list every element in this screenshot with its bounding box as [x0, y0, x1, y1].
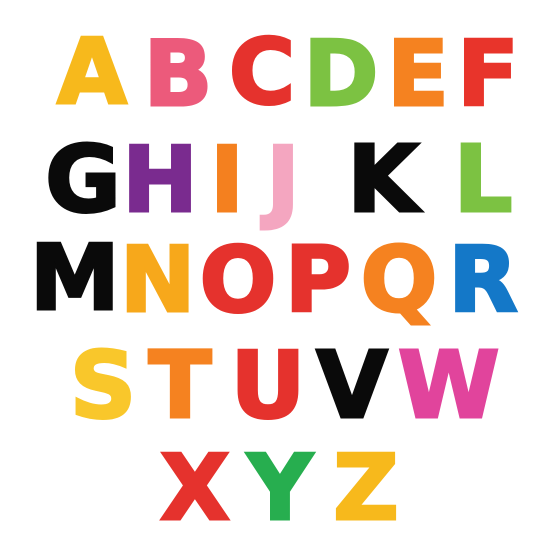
- letter-c: C: [227, 20, 296, 125]
- letter-o: O: [198, 228, 278, 333]
- letter-u: U: [229, 332, 307, 439]
- letter-s: S: [68, 332, 137, 439]
- letter-g: G: [44, 126, 123, 233]
- letter-q: Q: [359, 228, 439, 333]
- letter-j: J: [265, 128, 302, 233]
- letter-e: E: [386, 22, 450, 127]
- letter-v: V: [315, 332, 389, 439]
- letter-w: W: [397, 332, 501, 439]
- letter-y: Y: [246, 436, 314, 541]
- letter-i: I: [209, 128, 246, 233]
- letter-m: M: [29, 226, 122, 331]
- letter-a: A: [56, 20, 129, 125]
- letter-l: L: [452, 126, 514, 233]
- letter-x: X: [159, 436, 231, 541]
- letter-f: F: [456, 22, 520, 127]
- letter-d: D: [302, 22, 380, 127]
- letter-t: T: [147, 332, 213, 439]
- letter-z: Z: [332, 436, 400, 541]
- letter-p: P: [284, 228, 353, 333]
- letter-n: N: [119, 228, 197, 333]
- letter-b: B: [142, 22, 214, 127]
- letter-k: K: [346, 126, 420, 233]
- alphabet-canvas: A B C D E F G H I J K L M N O P Q R S T …: [0, 0, 560, 560]
- letter-r: R: [447, 228, 519, 333]
- letter-h: H: [121, 128, 199, 233]
